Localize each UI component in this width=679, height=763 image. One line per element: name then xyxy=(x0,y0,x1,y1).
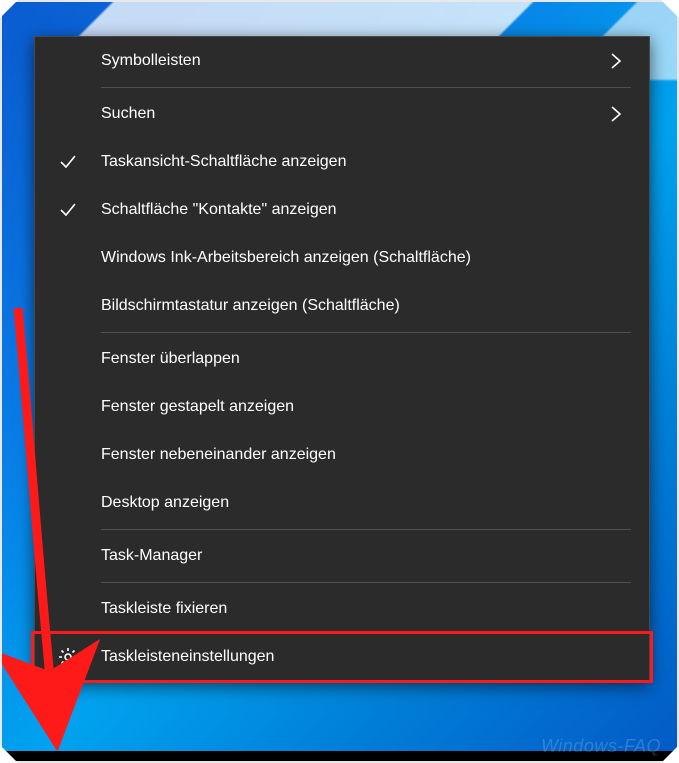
menu-separator xyxy=(101,582,631,583)
menu-item-left-slot xyxy=(35,153,101,171)
menu-item-label: Suchen xyxy=(101,105,601,123)
menu-item-symbolleisten[interactable]: Symbolleisten xyxy=(35,37,649,85)
menu-item-windows-ink-arbeitsbereich-anzeigen-schaltfl-che[interactable]: Windows Ink-Arbeitsbereich anzeigen (Sch… xyxy=(35,234,649,282)
menu-item-label: Fenster nebeneinander anzeigen xyxy=(101,446,601,464)
watermark-text: Windows-FAQ xyxy=(541,736,661,757)
menu-item-label: Fenster überlappen xyxy=(101,350,601,368)
menu-item-suchen[interactable]: Suchen xyxy=(35,90,649,138)
menu-item-fenster-gestapelt-anzeigen[interactable]: Fenster gestapelt anzeigen xyxy=(35,383,649,431)
menu-item-fenster-nebeneinander-anzeigen[interactable]: Fenster nebeneinander anzeigen xyxy=(35,431,649,479)
frame-corner xyxy=(0,0,18,18)
menu-item-label: Windows Ink-Arbeitsbereich anzeigen (Sch… xyxy=(101,249,601,267)
menu-item-label: Desktop anzeigen xyxy=(101,494,601,512)
menu-item-label: Taskleisteneinstellungen xyxy=(101,648,601,666)
menu-item-fenster-berlappen[interactable]: Fenster überlappen xyxy=(35,335,649,383)
menu-item-label: Task-Manager xyxy=(101,547,601,565)
menu-separator xyxy=(101,87,631,88)
menu-item-taskleiste-fixieren[interactable]: Taskleiste fixieren xyxy=(35,585,649,633)
check-icon xyxy=(59,153,77,171)
menu-item-right-slot xyxy=(601,52,631,70)
menu-item-label: Taskansicht-Schaltfläche anzeigen xyxy=(101,153,601,171)
menu-item-label: Schaltfläche "Kontakte" anzeigen xyxy=(101,201,601,219)
menu-item-right-slot xyxy=(601,105,631,123)
menu-item-left-slot xyxy=(35,201,101,219)
menu-item-bildschirmtastatur-anzeigen-schaltfl-che[interactable]: Bildschirmtastatur anzeigen (Schaltfläch… xyxy=(35,282,649,330)
menu-item-label: Fenster gestapelt anzeigen xyxy=(101,398,601,416)
chevron-right-icon xyxy=(609,52,623,70)
gear-icon xyxy=(58,647,78,667)
menu-item-taskleisteneinstellungen[interactable]: Taskleisteneinstellungen xyxy=(35,633,649,681)
menu-separator xyxy=(101,332,631,333)
desktop-background: Symbolleisten Suchen Taskansicht-Schaltflä… xyxy=(0,0,679,763)
taskbar-context-menu: Symbolleisten Suchen Taskansicht-Schaltflä… xyxy=(34,36,650,682)
menu-item-taskansicht-schaltfl-che-anzeigen[interactable]: Taskansicht-Schaltfläche anzeigen xyxy=(35,138,649,186)
menu-separator xyxy=(101,529,631,530)
menu-item-label: Bildschirmtastatur anzeigen (Schaltfläch… xyxy=(101,297,601,315)
check-icon xyxy=(59,201,77,219)
chevron-right-icon xyxy=(609,105,623,123)
menu-item-left-slot xyxy=(35,647,101,667)
menu-item-task-manager[interactable]: Task-Manager xyxy=(35,532,649,580)
menu-item-desktop-anzeigen[interactable]: Desktop anzeigen xyxy=(35,479,649,527)
menu-item-schaltfl-che-kontakte-anzeigen[interactable]: Schaltfläche "Kontakte" anzeigen xyxy=(35,186,649,234)
menu-item-label: Symbolleisten xyxy=(101,52,601,70)
menu-item-label: Taskleiste fixieren xyxy=(101,600,601,618)
